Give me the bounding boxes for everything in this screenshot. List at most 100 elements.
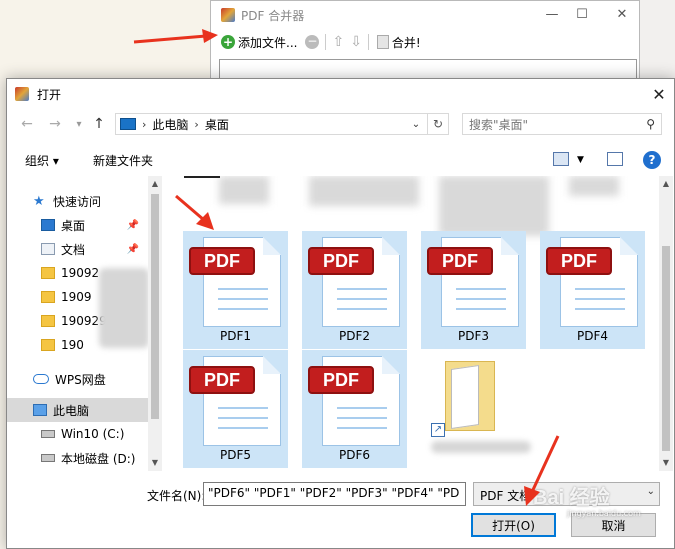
pdf-file-icon: PDF bbox=[308, 237, 400, 327]
file-tile-pdf2[interactable]: PDF PDF2 bbox=[302, 231, 407, 349]
sidebar-item-folder[interactable]: 190 bbox=[41, 334, 84, 356]
merger-title: PDF 合并器 bbox=[241, 8, 305, 23]
filetype-value: PDF 文档 bbox=[480, 489, 532, 503]
sidebar-item-label: Win10 (C:) bbox=[61, 427, 125, 441]
computer-icon bbox=[33, 404, 47, 416]
file-tile-pdf1[interactable]: PDF PDF1 bbox=[183, 231, 288, 349]
chevron-down-icon: ⌄ bbox=[646, 486, 655, 497]
breadcrumb-item[interactable]: 此电脑 bbox=[152, 116, 188, 133]
document-icon bbox=[41, 243, 55, 255]
move-down-icon[interactable]: ⇩ bbox=[350, 34, 362, 50]
merger-title-bar: PDF 合并器 bbox=[221, 5, 304, 25]
sidebar-item-label: 19092 bbox=[61, 266, 100, 280]
chevron-down-icon[interactable]: ▼ bbox=[577, 155, 584, 165]
scroll-thumb[interactable] bbox=[151, 194, 159, 419]
sidebar-item-wps-cloud[interactable]: WPS网盘 bbox=[33, 368, 106, 390]
sidebar-item-quick-access[interactable]: ★ 快速访问 bbox=[33, 190, 101, 212]
filename-input[interactable]: "PDF6" "PDF1" "PDF2" "PDF3" "PDF4" "PD bbox=[203, 482, 466, 506]
back-arrow-icon[interactable]: ← bbox=[17, 114, 37, 134]
search-icon: ⚲ bbox=[646, 117, 655, 131]
organize-button[interactable]: 组织 ▾ bbox=[25, 152, 59, 169]
scroll-down-icon[interactable]: ▼ bbox=[659, 455, 673, 469]
folder-icon bbox=[41, 339, 55, 351]
sidebar-item-documents[interactable]: 文档 📌 bbox=[41, 238, 151, 260]
file-name: PDF5 bbox=[219, 448, 251, 462]
merge-label: 合并! bbox=[391, 35, 421, 50]
open-file-dialog: 打开 ✕ ← → ▾ ↑ › 此电脑 › 桌面 ⌄ ↻ 搜索"桌面" ⚲ 组织 … bbox=[6, 78, 675, 549]
search-placeholder: 搜索"桌面" bbox=[469, 117, 529, 132]
nav-scrollbar[interactable]: ▲ ▼ bbox=[148, 176, 162, 471]
close-button[interactable]: ✕ bbox=[607, 5, 637, 23]
maximize-button[interactable]: ☐ bbox=[567, 5, 597, 23]
view-options-icon[interactable] bbox=[553, 152, 569, 166]
pdf-line bbox=[337, 288, 387, 290]
refresh-icon[interactable]: ↻ bbox=[427, 113, 449, 135]
preview-pane-icon[interactable] bbox=[607, 152, 623, 166]
file-tile-pdf5[interactable]: PDF PDF5 bbox=[183, 350, 288, 468]
scroll-up-icon[interactable]: ▲ bbox=[148, 176, 162, 190]
app-icon bbox=[221, 8, 235, 22]
file-tile-pdf3[interactable]: PDF PDF3 bbox=[421, 231, 526, 349]
folder-shortcut-tile[interactable]: ↗ bbox=[431, 361, 531, 453]
pdf-line bbox=[218, 308, 268, 310]
chevron-down-icon[interactable]: ⌄ bbox=[406, 114, 426, 134]
pdf-line bbox=[218, 288, 268, 290]
pdf-line bbox=[575, 298, 625, 300]
scroll-up-icon[interactable]: ▲ bbox=[659, 176, 673, 190]
pdf-page-fold bbox=[263, 237, 281, 255]
file-tile-pdf6[interactable]: PDF PDF6 bbox=[302, 350, 407, 468]
redacted-blur bbox=[309, 176, 419, 206]
pdf-line bbox=[337, 298, 387, 300]
sidebar-item-drive-d[interactable]: 本地磁盘 (D:) bbox=[41, 447, 135, 469]
scroll-thumb[interactable] bbox=[662, 246, 670, 451]
open-button[interactable]: 打开(O) bbox=[471, 513, 556, 537]
new-folder-button[interactable]: 新建文件夹 bbox=[93, 152, 153, 169]
forward-arrow-icon[interactable]: → bbox=[45, 114, 65, 134]
pdf-badge: PDF bbox=[189, 247, 255, 275]
sidebar-item-desktop[interactable]: 桌面 📌 bbox=[41, 214, 151, 236]
redacted-blur bbox=[99, 268, 149, 348]
pdf-line bbox=[218, 298, 268, 300]
sidebar-item-drive-c[interactable]: Win10 (C:) bbox=[41, 423, 124, 445]
merge-button[interactable]: 合并! bbox=[375, 32, 423, 52]
recent-dropdown-icon[interactable]: ▾ bbox=[69, 114, 89, 134]
pdf-line bbox=[218, 427, 268, 429]
sidebar-item-label: 1909 bbox=[61, 290, 92, 304]
search-input[interactable]: 搜索"桌面" ⚲ bbox=[462, 113, 662, 135]
file-name: PDF1 bbox=[219, 329, 251, 343]
help-button[interactable]: ? bbox=[643, 151, 661, 169]
chevron-right-icon: › bbox=[194, 117, 199, 131]
breadcrumb-item[interactable]: 桌面 bbox=[205, 116, 229, 133]
sidebar-item-label: 此电脑 bbox=[53, 403, 90, 418]
toolbar-separator bbox=[325, 34, 327, 50]
filename-label: 文件名(N): bbox=[147, 489, 206, 503]
pdf-badge: PDF bbox=[546, 247, 612, 275]
dialog-title-bar: 打开 ✕ bbox=[7, 79, 674, 109]
pin-icon: 📌 bbox=[126, 219, 139, 231]
pdf-line bbox=[337, 417, 387, 419]
sidebar-item-label: 桌面 bbox=[61, 218, 86, 233]
pdf-page-fold bbox=[382, 356, 400, 374]
sidebar-item-folder[interactable]: 1909 bbox=[41, 286, 92, 308]
file-scrollbar[interactable]: ▲ ▼ bbox=[659, 176, 673, 471]
pdf-page-fold bbox=[501, 237, 519, 255]
remove-icon[interactable]: − bbox=[305, 35, 320, 49]
file-tile-pdf4[interactable]: PDF PDF4 bbox=[540, 231, 645, 349]
sidebar-item-this-pc[interactable]: 此电脑 bbox=[33, 399, 89, 421]
address-bar[interactable]: › 此电脑 › 桌面 ⌄ bbox=[115, 113, 449, 135]
move-up-icon[interactable]: ⇧ bbox=[332, 34, 344, 50]
redacted-blur bbox=[219, 176, 269, 204]
folder-icon bbox=[41, 291, 55, 303]
sidebar-item-folder[interactable]: 19092 bbox=[41, 262, 99, 284]
pdf-file-icon: PDF bbox=[427, 237, 519, 327]
command-bar: 组织 ▾ 新建文件夹 ▼ ? bbox=[7, 145, 674, 175]
watermark-url: jingyan.baidu.com bbox=[567, 509, 641, 518]
redacted-blur bbox=[439, 176, 549, 236]
add-files-button[interactable]: + 添加文件... bbox=[219, 32, 299, 52]
minimize-button[interactable]: — bbox=[537, 5, 567, 23]
dialog-close-button[interactable]: ✕ bbox=[644, 79, 674, 109]
watermark: Bai 经验 bbox=[533, 487, 610, 509]
up-arrow-icon[interactable]: ↑ bbox=[89, 114, 109, 134]
scroll-down-icon[interactable]: ▼ bbox=[148, 455, 162, 469]
pdf-line bbox=[337, 308, 387, 310]
